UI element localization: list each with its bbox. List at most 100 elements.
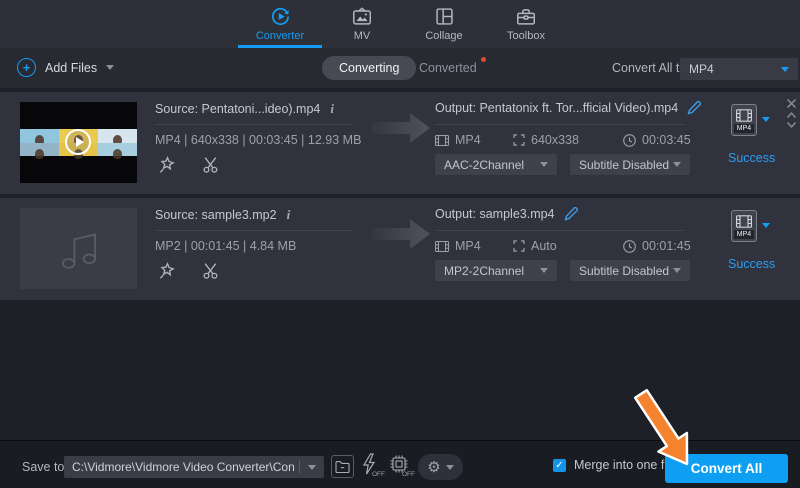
tab-collage-label: Collage [425, 30, 462, 42]
chevron-down-icon [540, 162, 548, 167]
subtitle-select[interactable]: Subtitle Disabled [570, 260, 690, 281]
subtitle-select[interactable]: Subtitle Disabled [570, 154, 690, 175]
tab-converted[interactable]: Converted [419, 61, 477, 75]
resolution-icon [513, 134, 525, 146]
output-duration: 00:01:45 [642, 239, 691, 253]
chevron-down-icon [540, 268, 548, 273]
audio-track-select[interactable]: MP2-2Channel [435, 260, 557, 281]
edit-name-icon[interactable] [687, 101, 701, 115]
converter-icon [269, 5, 292, 28]
vidmore-converter-window: Converter MV [0, 0, 800, 488]
merge-label: Merge into one file [574, 458, 677, 472]
notification-dot [481, 57, 486, 62]
tab-converting[interactable]: Converting [322, 56, 416, 80]
output-format-value: MP4 [689, 62, 714, 76]
play-button-icon[interactable] [65, 129, 91, 155]
profile-dropdown-icon[interactable] [762, 117, 770, 122]
converted-label: Converted [419, 61, 477, 75]
merge-checkbox[interactable]: ✓ [553, 459, 566, 472]
duration-icon [623, 134, 636, 147]
source-media-info: MP2 | 00:01:45 | 4.84 MB [155, 239, 296, 253]
main-tabs: Converter MV [239, 0, 567, 48]
tab-mv-label: MV [354, 30, 371, 42]
collage-icon [434, 5, 455, 28]
convert-direction-arrow [372, 216, 430, 252]
chevron-down-icon [446, 465, 454, 470]
subtitle-value: Subtitle Disabled [579, 158, 669, 172]
output-resolution: 640x338 [531, 133, 579, 147]
add-icon: + [17, 58, 36, 77]
resolution-icon [513, 240, 525, 252]
status-success[interactable]: Success [728, 257, 775, 271]
audio-track-value: AAC-2Channel [444, 158, 524, 172]
info-icon[interactable]: i [330, 101, 334, 117]
filmstrip-icon [736, 109, 752, 122]
add-files-label: Add Files [45, 61, 97, 75]
converting-label: Converting [339, 61, 399, 75]
divider [435, 124, 685, 125]
chevron-down-icon [673, 162, 681, 167]
close-icon[interactable] [786, 98, 797, 109]
video-thumbnail[interactable] [20, 102, 137, 183]
divider [155, 124, 352, 125]
output-duration: 00:03:45 [642, 133, 691, 147]
format-badge: MP4 [734, 124, 754, 133]
tab-collage[interactable]: Collage [403, 0, 485, 48]
subtitle-value: Subtitle Disabled [579, 264, 669, 278]
profile-format-button[interactable]: MP4 [731, 104, 757, 136]
filmstrip-icon [736, 215, 752, 228]
convert-all-button[interactable]: Convert All [665, 454, 788, 483]
gear-icon: ⚙ [427, 460, 440, 475]
task-row-audio: Source: sample3.mp2 i MP2 | 00:01:45 | 4… [0, 198, 800, 300]
merge-into-one-file-option[interactable]: ✓ Merge into one file [553, 458, 677, 472]
save-to-label: Save to: [22, 460, 68, 474]
chevron-down-icon [106, 65, 114, 70]
edit-effects-icon[interactable] [158, 262, 176, 280]
output-filename: Output: sample3.mp4 [435, 207, 555, 221]
task-row-video: Source: Pentatoni...ideo).mp4 i MP4 | 64… [0, 92, 800, 194]
chip-off-label: OFF [402, 471, 415, 478]
chevron-down-icon [781, 67, 789, 72]
chevron-down-icon [308, 465, 316, 470]
tab-converter-label: Converter [256, 30, 304, 42]
duration-icon [623, 240, 636, 253]
lightning-off-label: OFF [372, 471, 385, 478]
output-format: MP4 [455, 133, 481, 147]
gpu-acceleration-button[interactable]: OFF [389, 454, 413, 480]
divider [299, 460, 300, 474]
save-path-value: C:\Vidmore\Vidmore Video Converter\Conve… [72, 460, 295, 474]
cut-icon[interactable] [202, 156, 220, 174]
output-resolution: Auto [531, 239, 557, 253]
format-icon [435, 135, 449, 146]
edit-effects-icon[interactable] [158, 156, 176, 174]
tab-toolbox-label: Toolbox [507, 30, 545, 42]
output-format-select[interactable]: MP4 [680, 58, 798, 80]
audio-track-select[interactable]: AAC-2Channel [435, 154, 557, 175]
tab-mv[interactable]: MV [321, 0, 403, 48]
add-files-button[interactable]: + Add Files [17, 58, 114, 77]
save-path-select[interactable]: C:\Vidmore\Vidmore Video Converter\Conve… [64, 456, 324, 478]
convert-direction-arrow [372, 110, 430, 146]
profile-dropdown-icon[interactable] [762, 223, 770, 228]
convert-all-to-label: Convert All to: [612, 61, 690, 75]
audio-track-value: MP2-2Channel [444, 264, 524, 278]
move-down-icon[interactable] [786, 121, 797, 129]
open-folder-button[interactable] [331, 455, 354, 478]
audio-thumbnail[interactable] [20, 208, 137, 289]
status-success[interactable]: Success [728, 151, 775, 165]
hardware-acceleration-button[interactable]: OFF [361, 453, 383, 480]
top-navigation: Converter MV [0, 0, 800, 48]
info-icon[interactable]: i [287, 207, 291, 223]
cut-icon[interactable] [202, 262, 220, 280]
source-filename: Source: sample3.mp2 [155, 208, 277, 222]
edit-name-icon[interactable] [564, 207, 578, 221]
folder-icon [335, 460, 350, 473]
tab-toolbox[interactable]: Toolbox [485, 0, 567, 48]
toolbox-icon [515, 5, 537, 28]
move-up-icon[interactable] [786, 111, 797, 119]
tab-converter[interactable]: Converter [239, 0, 321, 48]
settings-button[interactable]: ⚙ [418, 454, 463, 480]
source-filename: Source: Pentatoni...ideo).mp4 [155, 102, 320, 116]
profile-format-button[interactable]: MP4 [731, 210, 757, 242]
music-note-icon [56, 227, 102, 271]
